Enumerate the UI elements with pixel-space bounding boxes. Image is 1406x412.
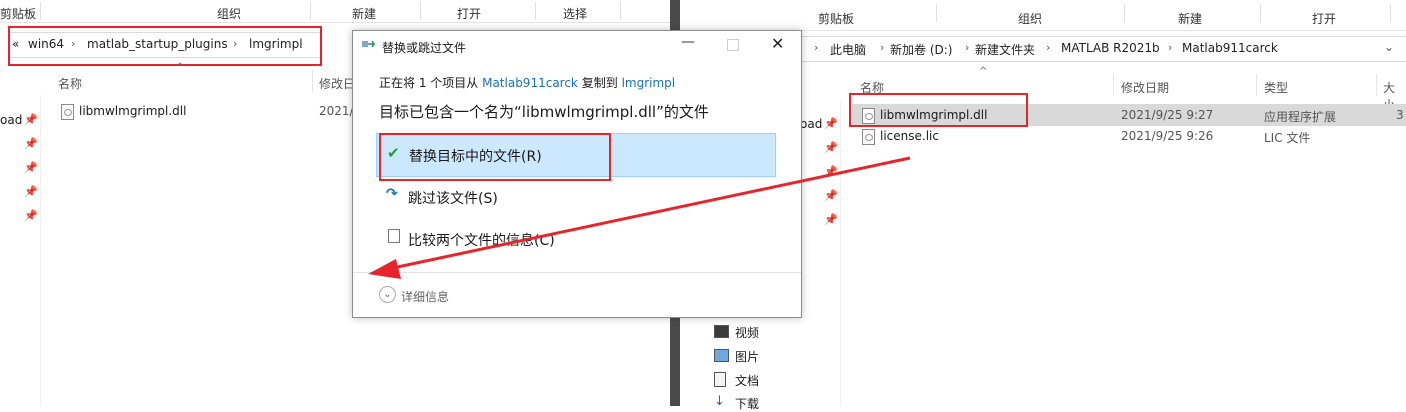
annotation-arrow xyxy=(368,156,911,279)
annotation-arrow-line xyxy=(387,156,911,271)
annotation-arrow-head xyxy=(368,259,401,279)
